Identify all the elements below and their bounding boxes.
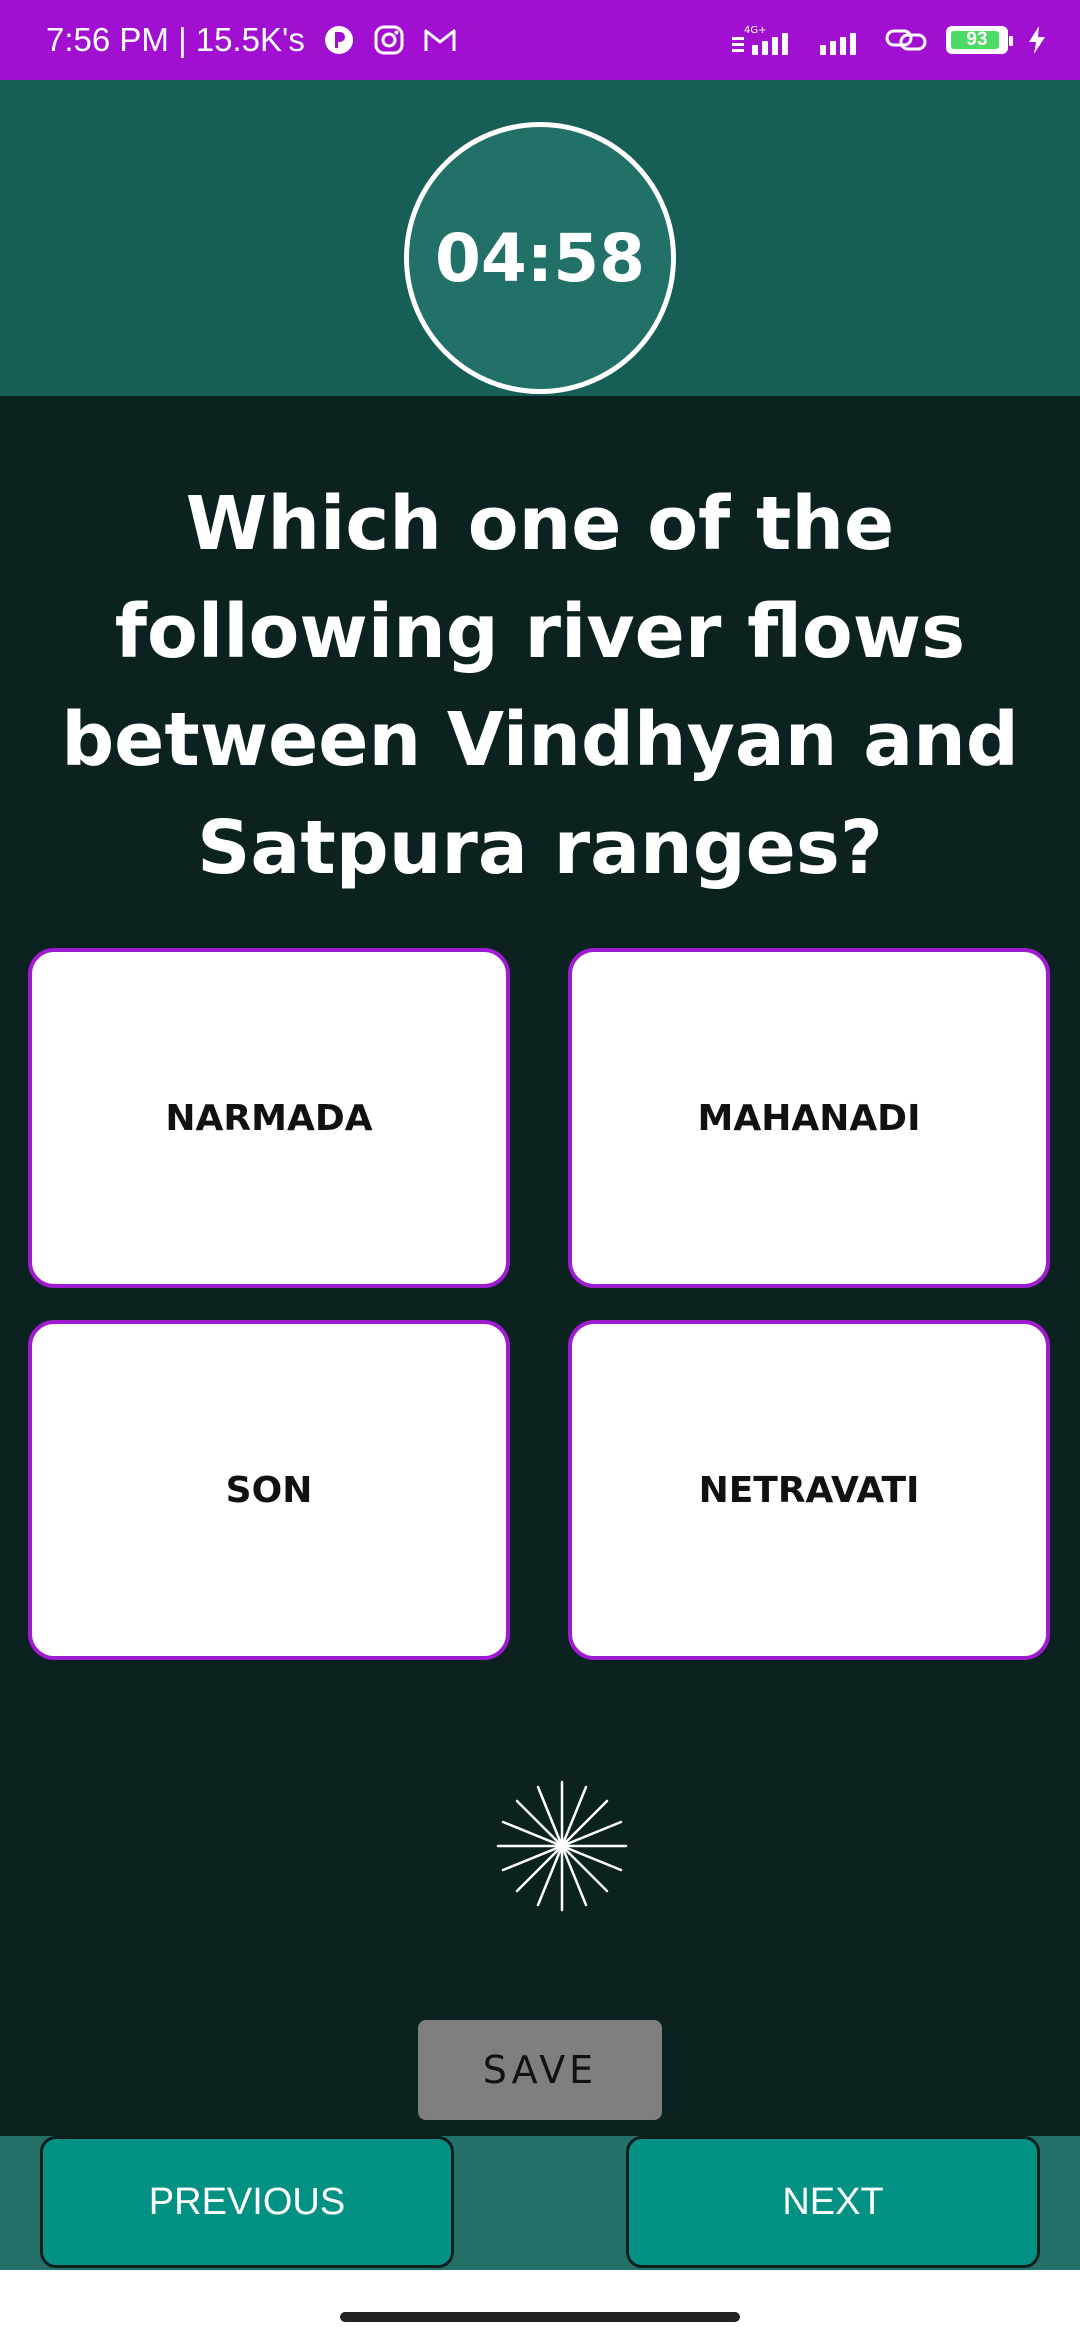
charging-icon [1026, 24, 1048, 56]
battery-level: 93 [966, 29, 988, 50]
status-right: 4G+ 93 [730, 23, 1048, 57]
option-c-label: SON [225, 1469, 313, 1511]
instagram-icon [373, 24, 405, 56]
status-time: 7:56 PM | 15.5K's [46, 21, 305, 58]
battery-icon: 93 [946, 26, 1013, 54]
gesture-area [0, 2270, 1080, 2340]
status-bar: 7:56 PM | 15.5K's 4G+ 93 [0, 0, 1080, 80]
option-d-button[interactable]: NETRAVATI [568, 1320, 1050, 1660]
gmail-icon [423, 25, 457, 55]
option-a-label: NARMADA [165, 1097, 373, 1139]
option-d-label: NETRAVATI [698, 1469, 920, 1511]
svg-text:4G+: 4G+ [744, 25, 767, 36]
question-text: Which one of the following river flows b… [61, 481, 1019, 891]
notification-app-icon [323, 24, 355, 56]
home-gesture-handle[interactable] [340, 2312, 740, 2322]
signal-icon [818, 23, 866, 57]
bottom-nav-bar: PREVIOUS NEXT [0, 2136, 1080, 2270]
status-left: 7:56 PM | 15.5K's [46, 21, 457, 59]
countdown-timer: 04:58 [404, 122, 676, 394]
option-b-button[interactable]: MAHANADI [568, 948, 1050, 1288]
option-a-button[interactable]: NARMADA [28, 948, 510, 1288]
starburst-icon [496, 1780, 628, 1912]
next-button[interactable]: NEXT [626, 2136, 1040, 2268]
previous-button[interactable]: PREVIOUS [40, 2136, 454, 2268]
option-b-label: MAHANADI [697, 1097, 921, 1139]
timer-header: 04:58 [0, 80, 1080, 396]
link-icon [884, 25, 928, 55]
save-button[interactable]: SAVE [418, 2020, 662, 2120]
quiz-screen: 7:56 PM | 15.5K's 4G+ 93 04:58 Which one… [0, 0, 1080, 2340]
option-c-button[interactable]: SON [28, 1320, 510, 1660]
signal-4g-icon: 4G+ [730, 23, 800, 57]
